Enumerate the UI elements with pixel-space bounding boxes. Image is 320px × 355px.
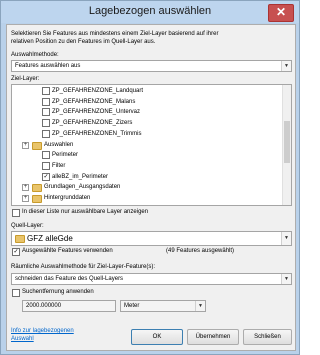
chevron-down-icon[interactable]: ▼	[195, 301, 205, 311]
expand-icon[interactable]: +	[22, 141, 29, 149]
layer-row[interactable]: + Grundlagen_Ausgangsdaten	[12, 183, 282, 193]
dialog-body: Selektieren Sie Features aus mindestens …	[6, 24, 296, 351]
close-window-button[interactable]: ✕	[268, 4, 294, 22]
expand-icon[interactable]: +	[22, 195, 29, 202]
layer-label: Filter	[52, 162, 66, 169]
expand-icon[interactable]: +	[22, 184, 29, 192]
target-label: Ziel-Layer:	[11, 76, 40, 82]
layer-row[interactable]: + Hintergrunddaten	[12, 194, 282, 203]
apply-button[interactable]: Übernehmen	[187, 329, 239, 345]
layer-label: Auswahlen	[44, 141, 74, 148]
spatial-method-label: Räumliche Auswahlmethode für Ziel-Layer-…	[11, 264, 156, 270]
layer-checkbox[interactable]	[42, 129, 50, 138]
only-selectable-checkbox[interactable]	[12, 209, 20, 217]
chevron-down-icon[interactable]: ▼	[281, 232, 291, 245]
source-dropdown[interactable]: GFZ alleGde ▼	[11, 231, 292, 246]
layer-checkbox[interactable]	[42, 108, 50, 117]
layer-label: Hintergrunddaten	[44, 195, 91, 201]
search-distance-input[interactable]: 2000.000000	[22, 300, 116, 312]
layer-row[interactable]: ZP_GEFAHRENZONE_Untervaz	[12, 108, 282, 117]
layer-row[interactable]: ZP_GEFAHRENZONE_Landquart	[12, 87, 282, 95]
layer-label: Perimeter	[52, 152, 79, 159]
folder-icon	[32, 195, 42, 203]
layer-checkbox[interactable]	[42, 87, 50, 95]
distance-unit-value: Meter	[124, 303, 140, 309]
use-selected-checkbox[interactable]: ✓	[12, 248, 20, 256]
only-selectable-label: In dieser Liste nur auswählbare Layer an…	[22, 209, 149, 215]
layer-label: ZP_GEFAHRENZONE_Zizers	[52, 120, 133, 127]
layer-icon	[15, 235, 25, 243]
layer-label: alleBZ_im_Perimeter	[52, 173, 109, 180]
search-distance-label: Suchentfernung anwenden	[22, 289, 94, 295]
layer-checkbox[interactable]	[42, 151, 50, 160]
layer-label: ZP_GEFAHRENZONEN_Trimmis	[52, 130, 142, 137]
layer-row[interactable]: ZP_GEFAHRENZONE_Malans	[12, 97, 282, 106]
layer-checkbox[interactable]	[42, 119, 50, 128]
layer-row[interactable]: + Auswahlen	[12, 141, 282, 150]
layer-row[interactable]: Perimeter	[12, 151, 282, 160]
spatial-method-dropdown[interactable]: schneiden das Feature des Quell-Layers ▼	[11, 273, 292, 285]
chevron-down-icon[interactable]: ▼	[281, 61, 291, 71]
dialog-window: Lagebezogen auswählen ✕ Selektieren Sie …	[0, 0, 300, 355]
close-button[interactable]: Schließen	[243, 329, 292, 345]
source-value: GFZ alleGde	[27, 234, 73, 243]
distance-unit-dropdown[interactable]: Meter ▼	[120, 300, 206, 312]
search-distance-value: 2000.000000	[26, 303, 62, 309]
spatial-method-value: schneiden das Feature des Quell-Layers	[15, 276, 124, 282]
search-distance-checkbox[interactable]	[12, 289, 20, 297]
layer-row[interactable]: ZP_GEFAHRENZONEN_Trimmis	[12, 129, 282, 138]
method-dropdown[interactable]: Features auswählen aus ▼	[11, 60, 292, 72]
layer-row[interactable]: ✓ alleBZ_im_Perimeter	[12, 172, 282, 181]
selected-count: (49 Features ausgewählt)	[166, 248, 235, 254]
layer-row[interactable]: ZP_GEFAHRENZONE_Zizers	[12, 119, 282, 128]
method-value: Features auswählen aus	[15, 63, 81, 69]
layer-label: ZP_GEFAHRENZONE_Malans	[52, 98, 136, 105]
use-selected-label: Ausgewählte Features verwenden	[22, 248, 113, 254]
layer-checkbox[interactable]	[42, 97, 50, 106]
target-layer-list[interactable]: ZP_GEFAHRENZONE_Landquart ZP_GEFAHRENZONE…	[11, 84, 292, 206]
help-link[interactable]: Info zur lagebezogenen	[11, 327, 74, 335]
layer-row[interactable]: Filter	[12, 161, 282, 170]
method-label: Auswahlmethode:	[11, 52, 59, 58]
help-link-line-2[interactable]: Auswahl	[11, 335, 34, 343]
layer-checkbox[interactable]: ✓	[42, 172, 50, 181]
chevron-down-icon[interactable]: ▼	[281, 274, 291, 284]
target-list-scrollbar[interactable]	[282, 85, 291, 205]
layer-label: Grundlagen_Ausgangsdaten	[44, 184, 121, 191]
description-line-2: relativen Position zu den Features im Qu…	[11, 39, 156, 45]
ok-button[interactable]: OK	[131, 329, 183, 345]
source-label: Quell-Layer:	[11, 223, 44, 229]
layer-label: ZP_GEFAHRENZONE_Landquart	[52, 88, 144, 94]
description-line-1: Selektieren Sie Features aus mindestens …	[11, 31, 219, 37]
layer-label: ZP_GEFAHRENZONE_Untervaz	[52, 109, 141, 116]
title-bar[interactable]: Lagebezogen auswählen ✕	[1, 1, 299, 23]
layer-checkbox[interactable]	[42, 161, 50, 170]
folder-icon	[32, 184, 42, 193]
window-title: Lagebezogen auswählen	[88, 5, 212, 17]
folder-icon	[32, 141, 42, 150]
scrollbar-thumb[interactable]	[284, 121, 290, 163]
